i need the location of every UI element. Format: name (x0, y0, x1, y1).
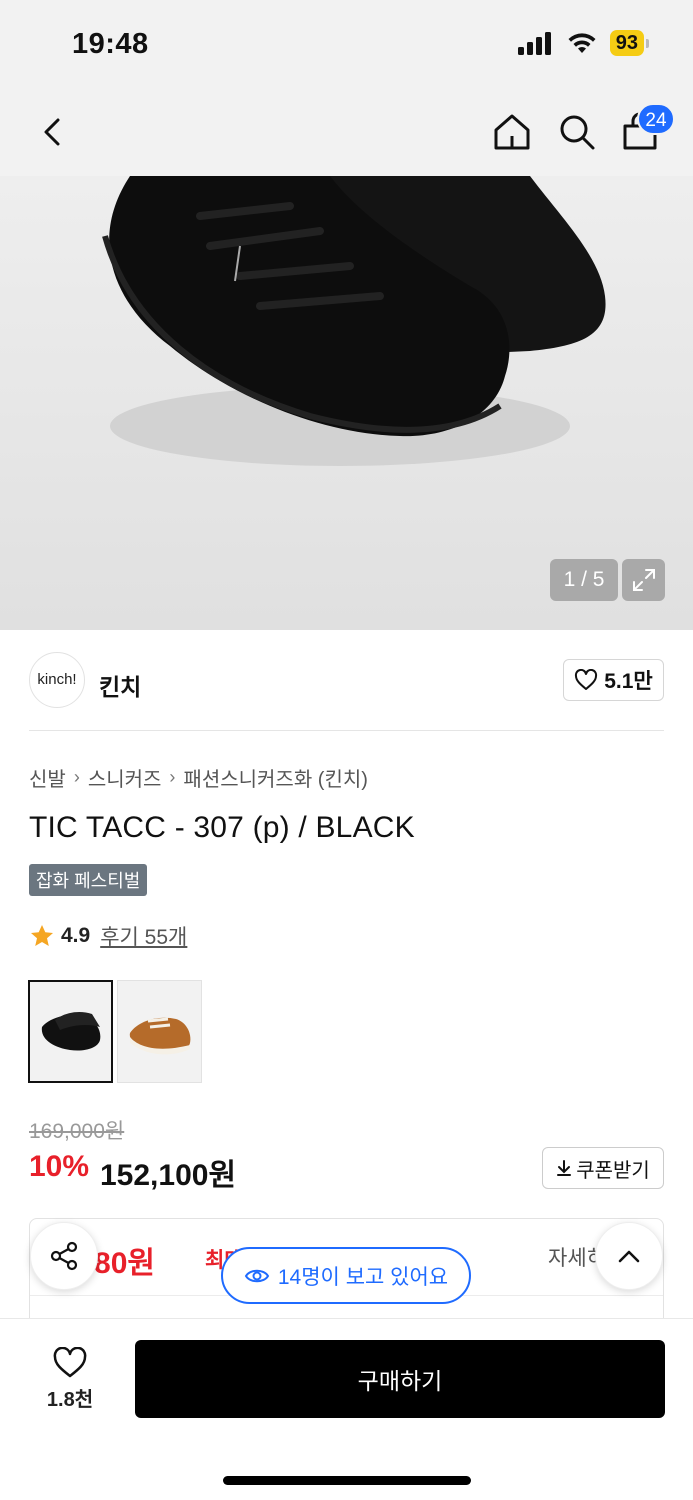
chevron-up-icon (618, 1250, 640, 1263)
scroll-top-button[interactable] (595, 1222, 663, 1290)
coupon-label: 쿠폰받기 (576, 1159, 650, 1182)
star-icon (31, 925, 53, 946)
review-link[interactable]: 후기 55개 (100, 921, 187, 951)
brand-like-count: 5.1만 (604, 670, 653, 693)
eye-icon (244, 1269, 270, 1282)
brand-name[interactable]: 킨치 (99, 668, 141, 702)
search-icon[interactable] (555, 110, 599, 154)
original-price: 169,000원 (29, 1120, 125, 1143)
breadcrumb-item[interactable]: 패션스니커즈화 (킨치) (183, 763, 367, 792)
wifi-icon (568, 33, 596, 53)
download-icon (557, 1160, 572, 1176)
viewers-count-pill: 14명이 보고 있어요 (221, 1247, 471, 1304)
color-option-black[interactable] (28, 980, 113, 1083)
brand-like-button[interactable]: 5.1만 (563, 659, 664, 701)
chevron-right-icon: › (73, 767, 80, 787)
breadcrumb-item[interactable]: 스니커즈 (88, 763, 162, 792)
image-counter: 1 / 5 (550, 559, 618, 601)
breadcrumb-item[interactable]: 신발 (29, 763, 66, 792)
buy-button[interactable]: 구매하기 (135, 1340, 665, 1418)
discount-rate: 10% (29, 1150, 90, 1183)
wishlist-count: 1.8천 (46, 1388, 94, 1411)
black-sneaker-thumbnail (30, 982, 111, 1081)
chevron-right-icon: › (169, 767, 176, 787)
home-indicator (223, 1476, 471, 1485)
color-option-brown[interactable] (117, 980, 202, 1083)
heart-icon (53, 1346, 87, 1377)
coupon-button[interactable]: 쿠폰받기 (542, 1147, 664, 1189)
brand-logo[interactable]: kinch! (29, 652, 85, 708)
divider (29, 730, 664, 731)
sale-price: 152,100원 (100, 1159, 237, 1192)
battery-indicator: 93 (609, 30, 644, 56)
status-bar: 19:48 93 (0, 0, 693, 90)
breadcrumb: 신발 › 스니커즈 › 패션스니커즈화 (킨치) (29, 763, 368, 792)
promo-tag: 잡화 페스티벌 (29, 864, 148, 896)
signal-icon (517, 32, 551, 55)
share-button[interactable] (30, 1222, 98, 1290)
wishlist-button[interactable]: 1.8천 (30, 1340, 110, 1418)
share-icon (50, 1241, 78, 1271)
cart-count-badge: 24 (637, 103, 675, 135)
expand-icon (632, 569, 655, 591)
brown-sneaker-thumbnail (118, 981, 201, 1082)
battery-tip (646, 38, 649, 48)
status-icons: 93 (517, 30, 649, 56)
rating-row: 4.9 후기 55개 (29, 921, 187, 951)
heart-icon (575, 669, 598, 690)
product-title: TIC TACC - 307 (p) / BLACK (29, 811, 415, 844)
expand-image-button[interactable] (622, 559, 665, 601)
rating-score: 4.9 (61, 924, 91, 947)
brand-row[interactable]: kinch! 킨치 5.1만 (0, 632, 693, 732)
back-arrow-icon[interactable] (34, 112, 74, 152)
nav-bar (0, 90, 693, 176)
home-icon[interactable] (490, 110, 534, 154)
viewers-text: 14명이 보고 있어요 (277, 1265, 449, 1289)
status-time: 19:48 (72, 28, 149, 60)
